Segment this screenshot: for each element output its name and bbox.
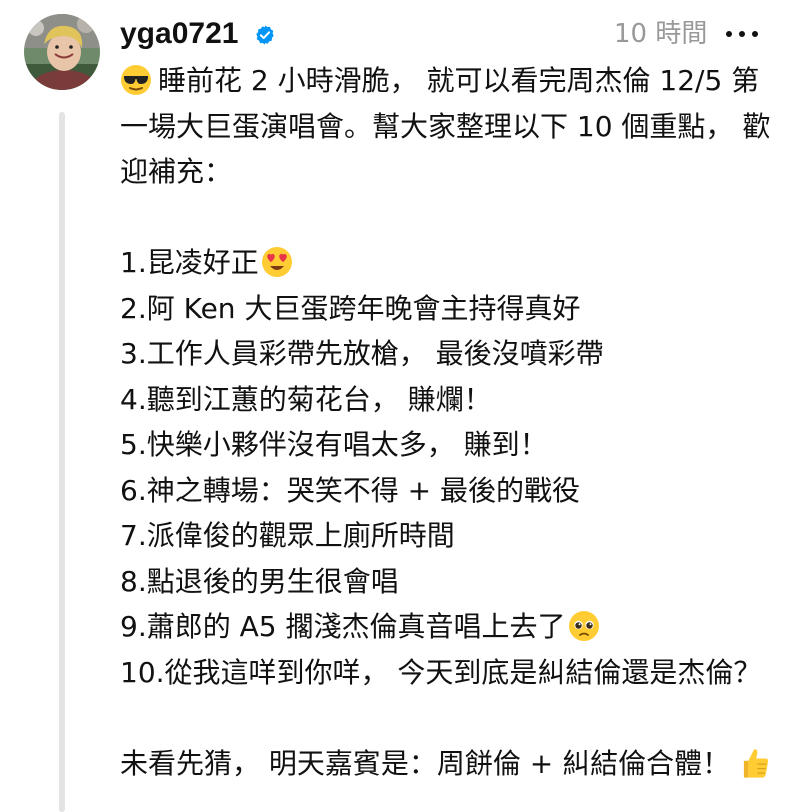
post-header: yga0721 10 時間 bbox=[120, 14, 770, 54]
list-item: 7.派偉俊的觀眾上廁所時間 bbox=[120, 513, 780, 559]
list-item: 1.昆凌好正 bbox=[120, 240, 780, 286]
post-body: 睡前花 2 小時滑脆， 就可以看完周杰倫 12/5 第 一場大巨蛋演唱會。幫大家… bbox=[120, 58, 780, 786]
list-item-text: 1.昆凌好正 bbox=[120, 246, 259, 279]
list-item: 2.阿 Ken 大巨蛋跨年晚會主持得真好 bbox=[120, 286, 780, 332]
thread-post: yga0721 10 時間 睡前花 2 小時滑脆， 就可以看完周杰倫 12/5 … bbox=[0, 0, 792, 812]
intro-line: 一場大巨蛋演唱會。幫大家整理以下 10 個重點， 歡 bbox=[120, 104, 780, 150]
thread-line bbox=[59, 112, 65, 812]
list-item: 10.從我這咩到你咩， 今天到底是糾結倫還是杰倫？ bbox=[120, 650, 780, 696]
thumbs-up-emoji-icon bbox=[744, 748, 769, 778]
verified-badge-icon bbox=[254, 24, 276, 46]
list-item: 9.蕭郎的 A5 擱淺杰倫真音唱上去了 bbox=[120, 604, 780, 650]
pleading-face-emoji-icon bbox=[568, 611, 599, 641]
list-item-text: 6.神之轉場：哭笑不得 + 最後的戰役 bbox=[120, 473, 580, 507]
list-item: 6.神之轉場：哭笑不得 + 最後的戰役 bbox=[120, 468, 780, 514]
list-item: 4.聽到江蕙的菊花台， 賺爛！ bbox=[120, 377, 780, 423]
list-item-text: 7.派偉俊的觀眾上廁所時間 bbox=[120, 519, 455, 552]
intro-line: 睡前花 2 小時滑脆， 就可以看完周杰倫 12/5 第 bbox=[120, 58, 780, 104]
list-item: 5.快樂小夥伴沒有唱太多， 賺到！ bbox=[120, 422, 780, 468]
heart-eyes-emoji-icon bbox=[261, 247, 292, 277]
list-item-text: 8.點退後的男生很會唱 bbox=[120, 564, 399, 598]
list-item-text: 9.蕭郎的 A5 擱淺杰倫真音唱上去了 bbox=[120, 610, 566, 643]
list-item: 8.點退後的男生很會唱 bbox=[120, 559, 780, 605]
list-item: 3.工作人員彩帶先放槍， 最後沒噴彩帶 bbox=[120, 331, 780, 377]
list-item-text: 4.聽到江蕙的菊花台， 賺爛！ bbox=[120, 382, 492, 416]
intro-text-1: 睡前花 2 小時滑脆， 就可以看完周杰倫 12/5 第 bbox=[158, 64, 760, 97]
intro-text-2: 一場大巨蛋演唱會。幫大家整理以下 10 個重點， 歡 bbox=[120, 109, 771, 143]
list-item-text: 10.從我這咩到你咩， 今天到底是糾結倫還是杰倫？ bbox=[120, 655, 762, 689]
username[interactable]: yga0721 bbox=[120, 16, 238, 52]
list-item-text: 2.阿 Ken 大巨蛋跨年晚會主持得真好 bbox=[120, 291, 581, 325]
intro-line: 迎補充： bbox=[120, 149, 780, 195]
sunglasses-emoji-icon bbox=[121, 65, 151, 95]
user-avatar[interactable] bbox=[24, 14, 100, 90]
list-item-text: 5.快樂小夥伴沒有唱太多， 賺到！ bbox=[120, 428, 548, 461]
list-item-text: 3.工作人員彩帶先放槍， 最後沒噴彩帶 bbox=[120, 337, 604, 370]
post-timestamp: 10 時間 bbox=[614, 19, 708, 49]
outro-text: 未看先猜， 明天嘉賓是：周餅倫 + 糾結倫合體！ bbox=[120, 746, 731, 780]
outro-line: 未看先猜， 明天嘉賓是：周餅倫 + 糾結倫合體！ bbox=[120, 741, 780, 787]
intro-text-3: 迎補充： bbox=[120, 155, 233, 188]
more-options-icon[interactable] bbox=[722, 16, 762, 50]
